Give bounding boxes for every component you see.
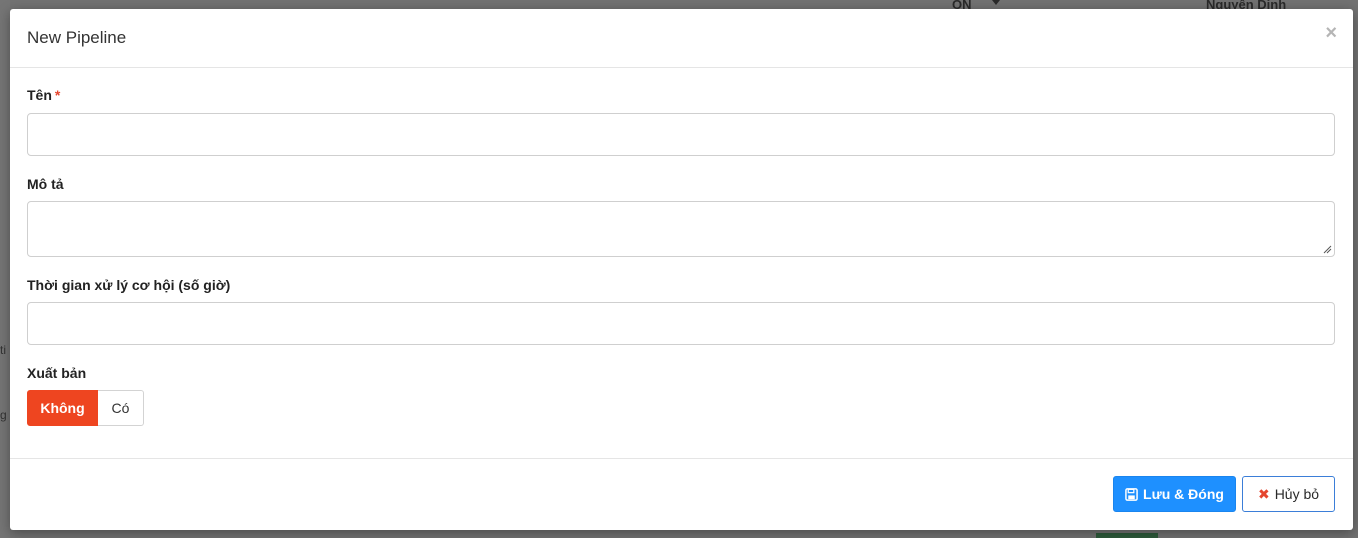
new-pipeline-modal: New Pipeline × Tên * Mô tả Thời gian xử l… — [10, 9, 1353, 530]
background-text-fragment: ti — [0, 343, 6, 357]
publish-option-no[interactable]: Không — [27, 390, 98, 426]
resize-grip-icon[interactable] — [1322, 244, 1332, 254]
processing-time-label: Thời gian xử lý cơ hội (số giờ) — [27, 277, 231, 293]
modal-footer: Lưu & Đóng ✖ Hủy bỏ — [10, 459, 1353, 529]
cancel-label: Hủy bỏ — [1274, 486, 1320, 502]
cancel-button[interactable]: ✖ Hủy bỏ — [1242, 476, 1335, 512]
required-mark: * — [54, 87, 61, 103]
modal-title: New Pipeline — [27, 28, 127, 47]
name-label-text: Tên — [27, 87, 52, 103]
background-green-bar — [1096, 533, 1158, 538]
modal-header: New Pipeline × — [10, 9, 1353, 68]
modal-body: Tên * Mô tả Thời gian xử lý cơ hội (số gi… — [10, 68, 1353, 459]
background-left-edge: ti g — [0, 0, 10, 538]
chevron-down-icon — [992, 0, 1000, 5]
background-text-fragment: g — [0, 408, 7, 422]
publish-label: Xuất bản — [27, 365, 87, 381]
save-and-close-label: Lưu & Đóng — [1143, 486, 1224, 502]
name-label: Tên * — [27, 87, 60, 103]
close-icon[interactable]: × — [1325, 23, 1337, 43]
x-icon: ✖ — [1257, 485, 1270, 502]
description-textarea[interactable] — [27, 201, 1335, 257]
description-label: Mô tả — [27, 176, 64, 192]
publish-option-yes[interactable]: Có — [98, 390, 144, 426]
save-and-close-button[interactable]: Lưu & Đóng — [1113, 476, 1236, 512]
floppy-disk-icon — [1125, 487, 1138, 501]
publish-toggle-group: Không Có — [27, 390, 144, 426]
processing-time-input[interactable] — [27, 302, 1335, 345]
name-input[interactable] — [27, 113, 1335, 156]
